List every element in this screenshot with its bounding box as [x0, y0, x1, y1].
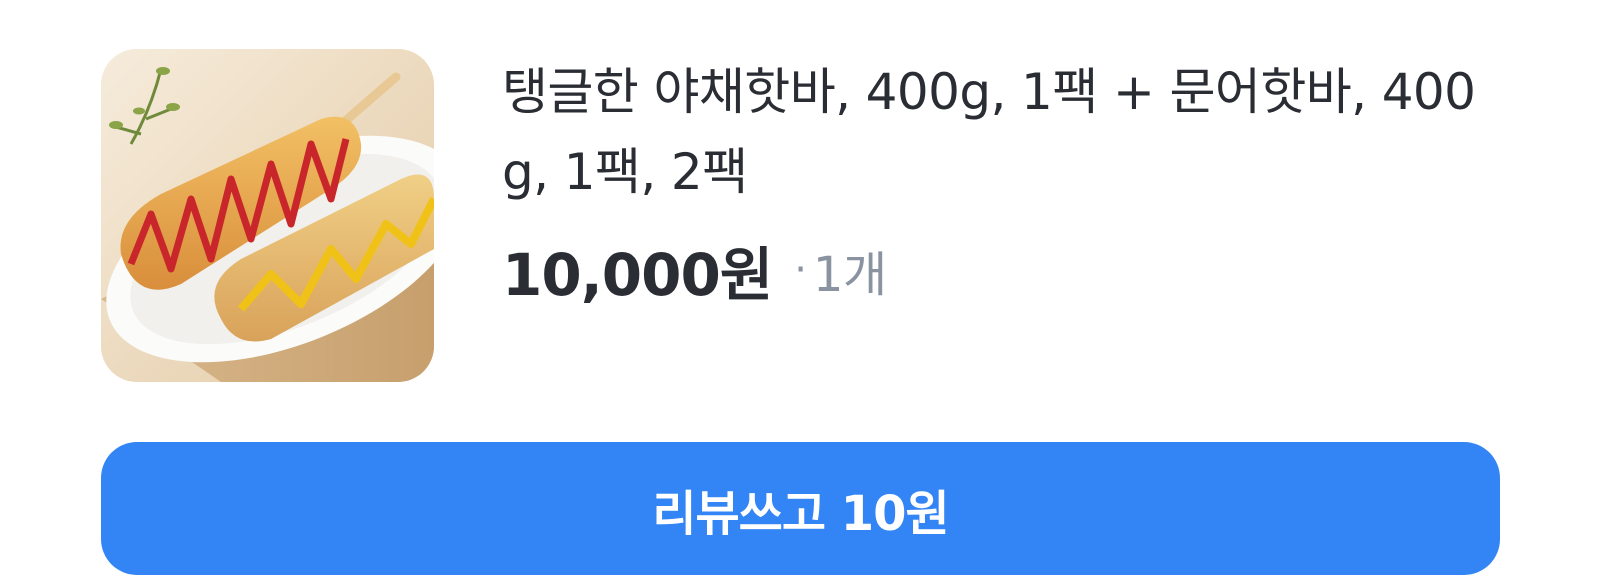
separator-dot: · [794, 247, 807, 293]
price-row: 10,000원 · 1개 [502, 230, 1502, 310]
order-item-card: 탱글한 야채핫바, 400g, 1팩 + 문어핫바, 400g, 1팩, 2팩 … [0, 0, 1600, 585]
product-info: 탱글한 야채핫바, 400g, 1팩 + 문어핫바, 400g, 1팩, 2팩 … [502, 52, 1502, 310]
product-image[interactable] [101, 49, 434, 382]
product-quantity: 1개 [812, 247, 887, 303]
product-title[interactable]: 탱글한 야채핫바, 400g, 1팩 + 문어핫바, 400g, 1팩, 2팩 [502, 52, 1482, 212]
product-price: 10,000원 [502, 241, 773, 309]
write-review-button[interactable]: 리뷰쓰고 10원 [101, 442, 1500, 575]
